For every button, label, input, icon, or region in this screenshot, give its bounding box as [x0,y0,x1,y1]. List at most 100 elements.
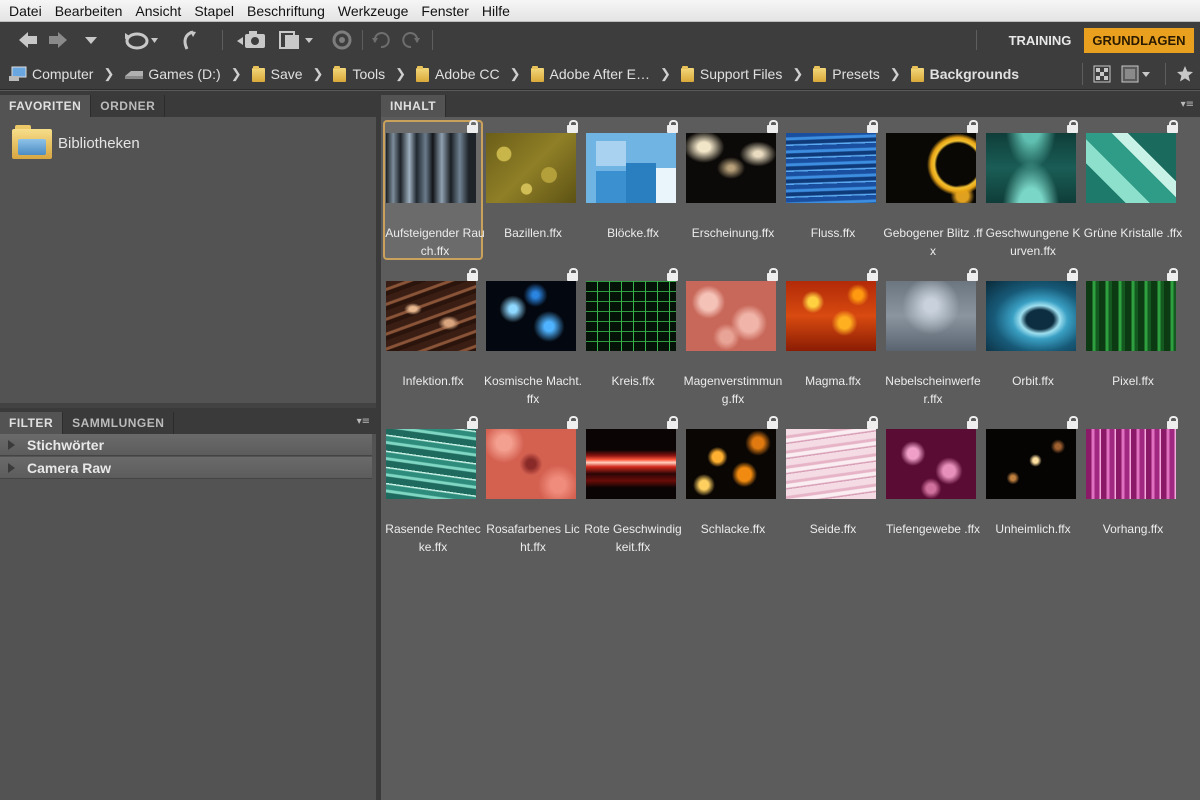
thumbnail-item[interactable]: Tiefengewebe .ffx [883,416,983,556]
menu-werkzeuge[interactable]: Werkzeuge [333,0,417,22]
breadcrumb-label: Save [270,65,303,82]
tab-ordner[interactable]: ORDNER [91,95,166,117]
folder-icon [530,65,544,82]
return-to-app-icon[interactable] [176,26,200,54]
breadcrumb-support-files[interactable]: Support Files ❯ [680,65,813,82]
thumbnail-item[interactable]: Kosmische Macht.ffx [483,268,583,408]
thumbnail-item[interactable]: Nebelscheinwerfer.ffx [883,268,983,408]
menu-stapel[interactable]: Stapel [189,0,242,22]
thumbnail-image [486,281,576,351]
panel-menu-icon[interactable]: ▾≡ [357,416,370,427]
lock-icon [566,416,579,429]
breadcrumb-computer[interactable]: Computer ❯ [8,66,124,82]
tab-favoriten[interactable]: FAVORITEN [0,95,92,117]
lock-icon [466,120,479,133]
thumbnail-name: Rasende Rechtecke.ffx [385,522,481,554]
lock-icon [866,120,879,133]
menu-datei[interactable]: Datei [4,0,50,22]
thumbnail-image [686,429,776,499]
breadcrumb-label: Computer [32,65,94,82]
breadcrumb-adobe-cc[interactable]: Adobe CC ❯ [416,65,531,82]
thumbnail-item[interactable]: Rosafarbenes Licht.ffx [483,416,583,556]
rotate-right-icon[interactable] [400,26,422,54]
breadcrumb-label: Games (D:) [148,65,221,82]
thumbnail-item[interactable]: Bazillen.ffx [483,120,583,260]
filter-stichwoerter[interactable]: Stichwörter [0,434,372,456]
thumbnail-item[interactable]: Aufsteigender Rauch.ffx [383,120,485,260]
tab-sammlungen[interactable]: SAMMLUNGEN [63,412,175,434]
workspace-training-button[interactable]: TRAINING [998,28,1082,53]
open-camera-raw-icon[interactable] [330,26,354,54]
content-panel: INHALT ▾≡ Aufsteigender Rauch.ffx Bazill… [381,91,1200,800]
menu-bearbeiten[interactable]: Bearbeiten [50,0,131,22]
breadcrumb-presets[interactable]: Presets ❯ [813,65,910,82]
sort-dropdown-icon[interactable] [1121,65,1151,83]
thumbnail-item[interactable]: Kreis.ffx [583,268,683,408]
lock-icon [966,416,979,429]
thumbnail-item[interactable]: Fluss.ffx [783,120,883,260]
tab-filter[interactable]: FILTER [0,412,64,434]
chevron-right-icon: ❯ [889,65,901,81]
thumbnail-image [386,281,476,351]
menu-hilfe[interactable]: Hilfe [477,0,518,22]
thumbnail-quality-icon[interactable] [1093,65,1111,83]
thumbnail-name: Kreis.ffx [611,374,655,388]
history-dropdown-icon[interactable] [82,26,100,54]
thumbnail-item[interactable]: Erscheinung.ffx [683,120,783,260]
thumbnail-item[interactable]: Magma.ffx [783,268,883,408]
breadcrumb-save[interactable]: Save ❯ [251,65,334,82]
chevron-right-icon: ❯ [103,65,115,81]
thumbnail-item[interactable]: Schlacke.ffx [683,416,783,556]
thumbnail-image [486,429,576,499]
thumbnail-item[interactable]: Rasende Rechtecke.ffx [383,416,483,556]
lock-icon [1066,120,1079,133]
lock-icon [666,268,679,281]
thumbnail-item[interactable]: Geschwungene Kurven.ffx [983,120,1083,260]
thumbnail-name: Seide.ffx [809,522,857,536]
thumbnail-name: Tiefengewebe .ffx [885,522,981,536]
breadcrumb-label: Support Files [699,65,783,82]
folder-icon [910,65,924,82]
breadcrumb-after-effects[interactable]: Adobe After E… ❯ [530,65,681,82]
lock-icon [866,416,879,429]
thumbnail-image [386,133,476,203]
back-arrow-icon[interactable] [16,26,40,54]
lock-icon [866,268,879,281]
rotate-left-icon[interactable] [370,26,392,54]
thumbnail-item[interactable]: Gebogener Blitz .ffx [883,120,983,260]
breadcrumb-tools[interactable]: Tools ❯ [333,65,416,82]
thumbnail-item[interactable]: Vorhang.ffx [1083,416,1183,556]
thumbnail-name: Geschwungene Kurven.ffx [985,226,1081,258]
refine-dropdown-icon[interactable] [276,26,318,54]
thumbnail-item[interactable]: Orbit.ffx [983,268,1083,408]
tab-inhalt[interactable]: INHALT [381,95,447,117]
lock-icon [566,268,579,281]
thumbnail-item[interactable]: Seide.ffx [783,416,883,556]
breadcrumb-label: Backgrounds [929,65,1020,82]
menu-beschriftung[interactable]: Beschriftung [242,0,333,22]
thumbnail-item[interactable]: Rote Geschwindigkeit.ffx [583,416,683,556]
star-icon[interactable] [1176,65,1194,83]
chevron-right-icon: ❯ [312,65,324,81]
favorite-bibliotheken[interactable]: Bibliotheken [12,125,140,161]
toolbar-divider [1165,63,1166,85]
forward-arrow-icon[interactable] [46,26,70,54]
thumbnail-name: Magma.ffx [805,374,861,388]
get-photos-camera-icon[interactable] [234,26,268,54]
thumbnail-item[interactable]: Magenverstimmung.ffx [683,268,783,408]
breadcrumb-backgrounds[interactable]: Backgrounds [910,65,1020,82]
thumbnail-item[interactable]: Unheimlich.ffx [983,416,1083,556]
thumbnail-name: Rote Geschwindigkeit.ffx [584,522,682,554]
filter-camera-raw[interactable]: Camera Raw [0,457,372,479]
breadcrumb-games[interactable]: Games (D:) ❯ [124,66,251,82]
workspace-grundlagen-button[interactable]: GRUNDLAGEN [1084,28,1194,53]
thumbnail-item[interactable]: Blöcke.ffx [583,120,683,260]
thumbnail-image [1086,281,1176,351]
thumbnail-item[interactable]: Pixel.ffx [1083,268,1183,408]
menu-fenster[interactable]: Fenster [416,0,476,22]
thumbnail-item[interactable]: Infektion.ffx [383,268,483,408]
thumbnail-item[interactable]: Grüne Kristalle .ffx [1083,120,1183,260]
recent-folders-icon[interactable] [120,26,160,54]
panel-menu-icon[interactable]: ▾≡ [1181,99,1194,110]
menu-ansicht[interactable]: Ansicht [130,0,189,22]
